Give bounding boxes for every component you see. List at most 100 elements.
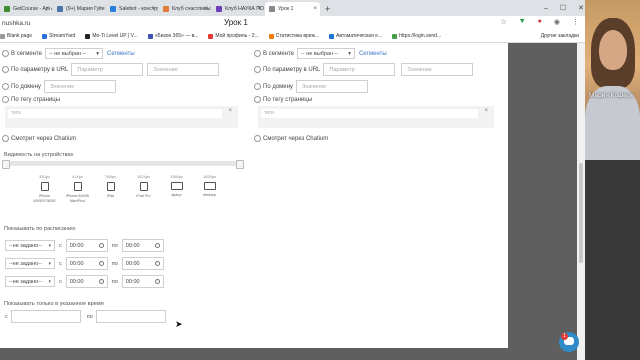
right-domain-radio[interactable] — [254, 83, 261, 90]
left-tags-input[interactable]: теги — [8, 109, 222, 118]
schedule-from-value: 00:00 — [69, 278, 84, 285]
left-page-tag-radio[interactable] — [2, 96, 9, 103]
right-domain-input[interactable]: Значение — [295, 80, 368, 93]
chevron-down-icon: ▾ — [48, 242, 51, 249]
menu-icon[interactable]: ⋮ — [572, 18, 579, 26]
left-chatium-radio[interactable] — [2, 135, 9, 142]
right-url-param-radio[interactable] — [254, 66, 261, 73]
schedule-day-select[interactable]: --не задано-- ▾ — [5, 240, 55, 251]
minimize-icon[interactable]: – — [544, 5, 548, 12]
tab-close-icon[interactable]: × — [151, 6, 155, 12]
left-segment-label: В сегменте — [11, 50, 42, 57]
right-page-tag-radio[interactable] — [254, 96, 261, 103]
clock-icon[interactable] — [154, 279, 160, 284]
other-bookmarks[interactable]: Другие закладки — [541, 33, 579, 39]
browser-tab[interactable]: GetCourse - Api Accoun× — [0, 2, 52, 16]
new-tab-button[interactable]: + — [325, 2, 330, 16]
browser-tab[interactable]: Клуб НАУКА ПОБЕЖД× — [212, 2, 264, 16]
schedule-to-input[interactable]: 00:00 — [121, 239, 164, 252]
schedule-row: --не задано-- ▾ с 00:00 по 00:00 — [5, 275, 164, 288]
schedule-from-input[interactable]: 00:00 — [65, 239, 108, 252]
device-option[interactable]: 1280px laptop — [160, 174, 193, 203]
tab-close-icon[interactable]: × — [204, 6, 208, 12]
right-segment-select[interactable]: -- не выбран -- ▾ — [297, 48, 355, 59]
bookmark-item[interactable]: «Бизон 365» — в... — [147, 33, 198, 39]
tab-favicon-icon — [57, 6, 63, 12]
schedule-to-input[interactable]: 00:00 — [121, 275, 164, 288]
bookmark-item[interactable]: Mo-Ti Level UP | V... — [85, 33, 138, 39]
left-segments-link[interactable]: Сегменты — [107, 51, 135, 57]
device-range-slider[interactable] — [4, 161, 240, 166]
bookmark-item[interactable]: Автоматическая е... — [329, 33, 382, 39]
browser-tab[interactable]: Урок 1 × — [265, 2, 320, 16]
device-option[interactable]: 320px iPhone 4/5/5S/7/8/SE — [28, 174, 61, 203]
left-segment-select[interactable]: -- не выбран -- ▾ — [45, 48, 103, 59]
scrollbar-thumb[interactable] — [579, 163, 583, 263]
left-domain-input[interactable]: Значение — [43, 80, 116, 93]
tab-close-icon[interactable]: × — [98, 6, 102, 12]
left-url-param-radio[interactable] — [2, 66, 9, 73]
right-param-input[interactable]: Параметр — [323, 63, 396, 76]
tab-label: Урок 1 — [278, 6, 294, 12]
bookmark-item[interactable]: StreamYard — [42, 33, 75, 39]
device-option[interactable]: 414px iPhone 6/6/8S Max/Plus — [61, 174, 94, 203]
clock-icon[interactable] — [154, 261, 160, 266]
right-segments-link[interactable]: Сегменты — [359, 51, 387, 57]
right-tags-clear-icon[interactable]: × — [484, 108, 488, 114]
schedule-day-select[interactable]: --не задано-- ▾ — [5, 258, 55, 269]
maximize-icon[interactable]: ☐ — [560, 4, 566, 12]
slider-handle-min[interactable] — [2, 160, 10, 169]
browser-tab[interactable]: Клуб счастливых жен× — [159, 2, 211, 16]
device-option[interactable]: 1024px iPad Pro — [127, 174, 160, 203]
left-domain-radio[interactable] — [2, 83, 9, 90]
clock-icon[interactable] — [98, 279, 104, 284]
left-domain-label: По домену — [11, 83, 41, 90]
clock-icon[interactable] — [154, 243, 160, 248]
bookmark-item[interactable]: Статистика вреж... — [268, 33, 319, 39]
schedule-from-input[interactable]: 00:00 — [65, 257, 108, 270]
time-window-from-input[interactable] — [10, 310, 81, 323]
address-bar[interactable]: nushka.ru — [2, 20, 31, 27]
time-window-from-label: с — [5, 313, 8, 320]
schedule-from-label: с — [59, 260, 62, 267]
bookmark-item[interactable]: Blank page — [0, 33, 32, 39]
browser-tab[interactable]: (9+) Мария Гусева | В× — [53, 2, 105, 16]
left-segment-radio[interactable] — [2, 50, 9, 57]
clock-icon[interactable] — [98, 243, 104, 248]
download-icon[interactable]: ▼ — [519, 18, 526, 26]
browser-tab[interactable]: Salebot - конструктор× — [106, 2, 158, 16]
slider-handle-max[interactable] — [236, 160, 244, 169]
right-chatium-label: Смотрит через Chatium — [263, 135, 329, 142]
tab-close-icon[interactable]: × — [313, 6, 317, 12]
left-tags-clear-icon[interactable]: × — [228, 108, 232, 114]
right-chatium-radio[interactable] — [254, 135, 261, 142]
extension-icon[interactable]: ● — [538, 18, 542, 26]
clock-icon[interactable] — [98, 261, 104, 266]
device-resolution: 320px — [39, 174, 50, 179]
time-window-to-input[interactable] — [95, 310, 166, 323]
bookmark-item[interactable]: Мой профиль - 2... — [208, 33, 259, 39]
device-option[interactable]: 768px iPad — [94, 174, 127, 203]
close-window-icon[interactable]: ✕ — [578, 4, 584, 12]
right-tags-input[interactable]: теги — [261, 109, 478, 118]
right-tags-box: теги × — [258, 106, 494, 128]
tablet-icon — [139, 182, 148, 191]
right-segment-value: -- не выбран -- — [301, 50, 339, 57]
profile-icon[interactable]: ◉ — [554, 18, 560, 26]
schedule-day-select[interactable]: --не задано-- ▾ — [5, 276, 55, 287]
tab-close-icon[interactable]: × — [257, 6, 261, 12]
right-segment-radio[interactable] — [254, 50, 261, 57]
schedule-from-input[interactable]: 00:00 — [65, 275, 108, 288]
page-scrollbar[interactable] — [577, 43, 585, 360]
left-value-input[interactable]: Значение — [147, 63, 220, 76]
device-option[interactable]: 1920px desktop — [193, 174, 226, 203]
left-tags-box: теги × — [5, 106, 238, 128]
schedule-row: --не задано-- ▾ с 00:00 по 00:00 — [5, 257, 164, 270]
left-param-input[interactable]: Параметр — [71, 63, 144, 76]
bookmark-item[interactable]: https://login.send... — [392, 33, 441, 39]
tab-close-icon[interactable]: × — [45, 6, 49, 12]
right-value-input[interactable]: Значение — [401, 63, 474, 76]
bookmark-star-icon[interactable]: ☆ — [500, 18, 506, 26]
schedule-to-input[interactable]: 00:00 — [121, 257, 164, 270]
tab-favicon-icon — [4, 6, 10, 12]
